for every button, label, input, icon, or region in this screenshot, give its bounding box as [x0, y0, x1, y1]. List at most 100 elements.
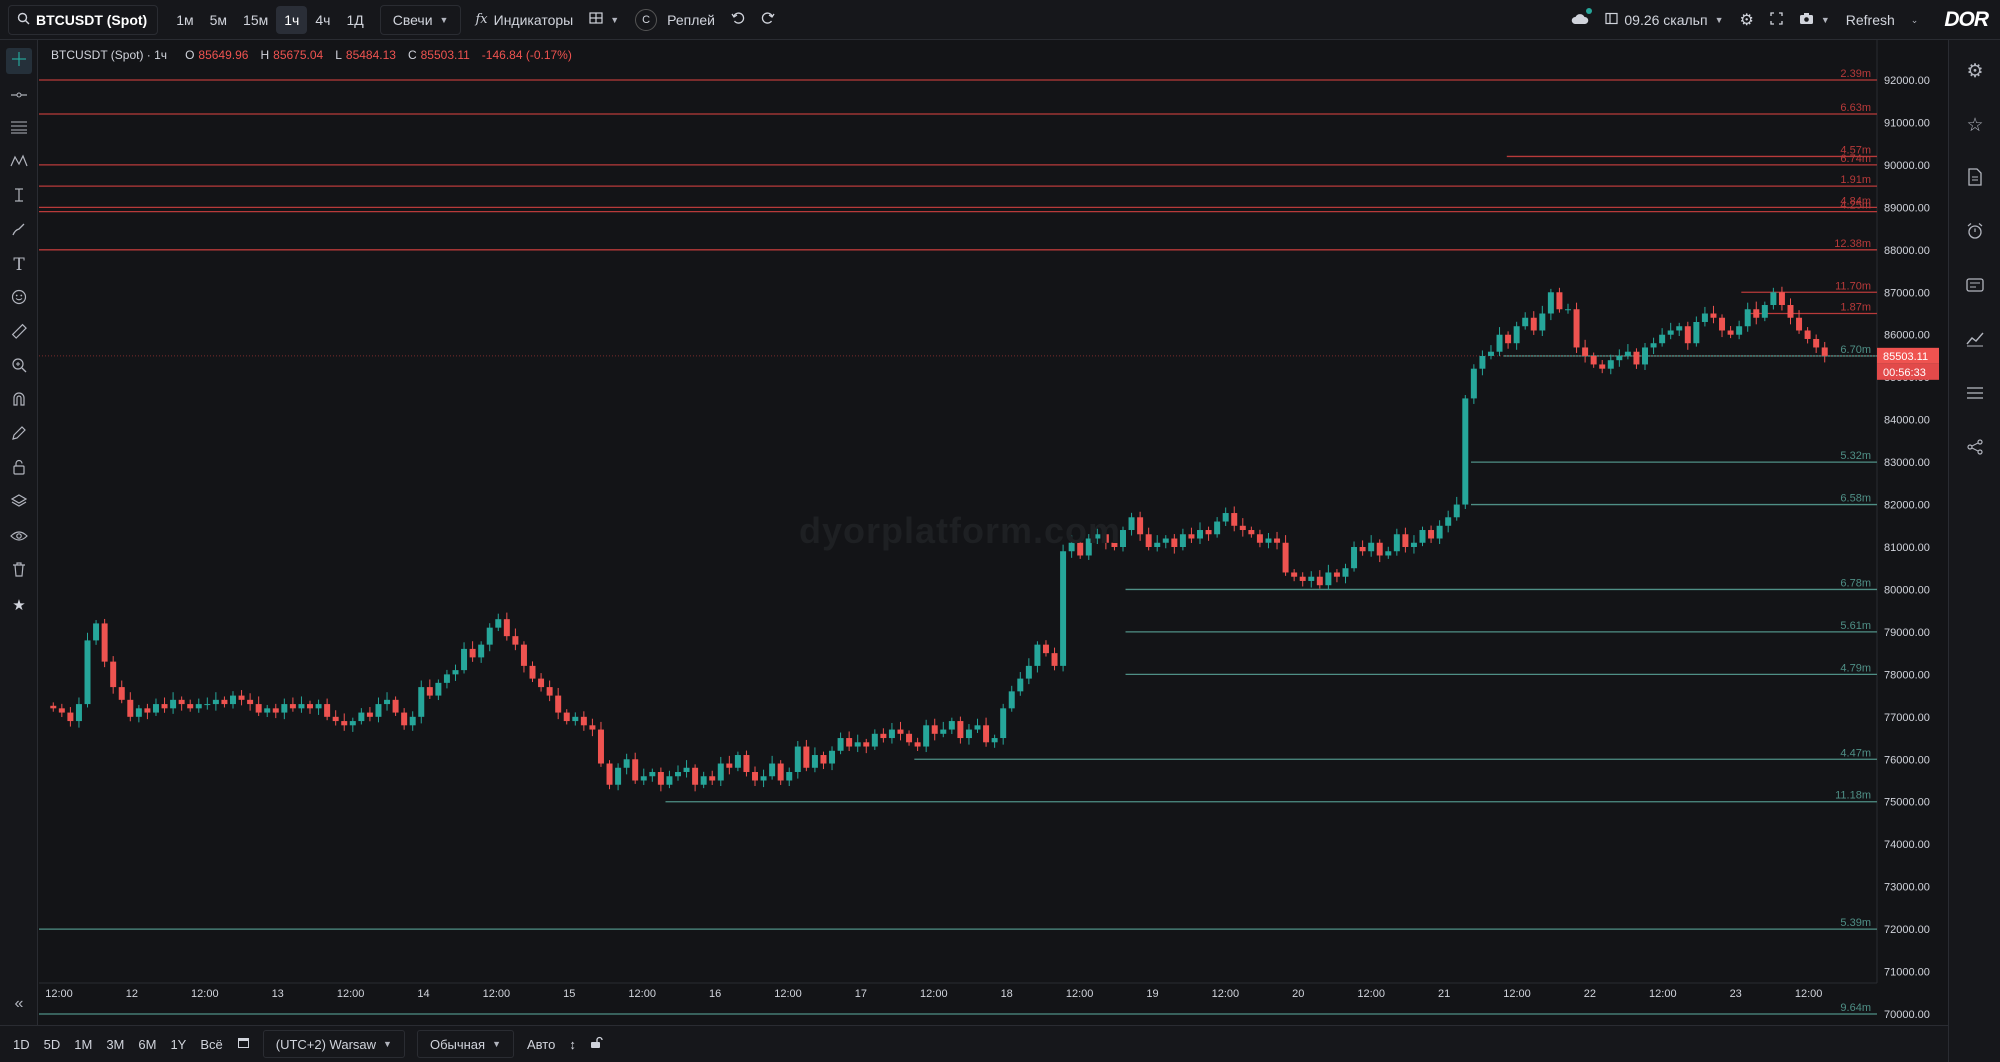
- horizontal-line-tool[interactable]: [6, 82, 32, 108]
- candle-body: [983, 725, 990, 743]
- candle-body: [152, 704, 159, 713]
- timezone-select[interactable]: (UTC+2) Warsaw ▼: [262, 1030, 405, 1058]
- visibility-tool[interactable]: [6, 524, 32, 550]
- share-button[interactable]: [1962, 436, 1988, 462]
- candle-body: [67, 712, 74, 722]
- range-1d[interactable]: 1D: [6, 1031, 37, 1057]
- replay-button[interactable]: C Реплей: [627, 6, 723, 34]
- price-axis-label: 72000.00: [1884, 924, 1930, 936]
- settings-button[interactable]: ⚙: [1731, 6, 1761, 34]
- ruler-tool[interactable]: [6, 320, 32, 346]
- watchlist-button[interactable]: ☆: [1962, 112, 1988, 138]
- refresh-button[interactable]: Refresh: [1838, 6, 1903, 34]
- fib-tool[interactable]: [6, 116, 32, 142]
- candle-body: [623, 759, 630, 768]
- candle-body: [803, 746, 810, 768]
- candle-body: [897, 729, 904, 734]
- level-volume-label: 5.39m: [1840, 917, 1871, 929]
- notes-button[interactable]: [1962, 166, 1988, 192]
- time-axis-label: 15: [563, 988, 575, 1000]
- text-tool[interactable]: T: [6, 252, 32, 278]
- go-to-date-button[interactable]: [230, 1031, 257, 1057]
- timeframe-1h[interactable]: 1ч: [276, 5, 308, 34]
- candle-body: [931, 725, 938, 734]
- candle-body: [555, 695, 562, 713]
- indicators-button[interactable]: fx Индикаторы: [467, 6, 581, 34]
- price-axis-label: 78000.00: [1884, 669, 1930, 681]
- auto-scale-button[interactable]: Авто: [520, 1031, 562, 1057]
- candle-body: [1556, 292, 1563, 310]
- candle-body: [632, 759, 639, 781]
- pattern-tool[interactable]: [6, 150, 32, 176]
- redo-button[interactable]: [753, 6, 783, 34]
- range-5d[interactable]: 5D: [37, 1031, 68, 1057]
- magnet-icon: [11, 391, 27, 411]
- chart-type-dropdown[interactable]: Свечи ▼: [379, 4, 462, 35]
- range-1y[interactable]: 1Y: [163, 1031, 193, 1057]
- layout-grid-button[interactable]: ▼: [581, 6, 627, 34]
- cloud-save-button[interactable]: [1563, 6, 1597, 34]
- layers-tool[interactable]: [6, 490, 32, 516]
- lock-drawings-tool[interactable]: [6, 456, 32, 482]
- timeframe-4h[interactable]: 4ч: [307, 6, 338, 34]
- candle-body: [717, 763, 724, 781]
- news-icon: [1966, 277, 1984, 298]
- candle-body: [1359, 547, 1366, 552]
- candle-body: [50, 705, 57, 709]
- timeframe-1d[interactable]: 1Д: [338, 6, 371, 34]
- level-volume-label: 6.74m: [1840, 153, 1871, 165]
- timeframe-1m[interactable]: 1м: [168, 6, 201, 34]
- brush-tool[interactable]: [6, 218, 32, 244]
- time-axis-label: 12:00: [483, 988, 511, 1000]
- range-6m[interactable]: 6M: [131, 1031, 163, 1057]
- trading-panel-button[interactable]: [1962, 328, 1988, 354]
- chart-pane[interactable]: 92000.00 91000.00 90000.00 89000.00 88000.00…: [39, 40, 1948, 1025]
- price-axis-label: 83000.00: [1884, 457, 1930, 469]
- price-axis-label: 84000.00: [1884, 415, 1930, 427]
- screenshot-button[interactable]: ▼: [1791, 6, 1838, 34]
- price-axis-label: 74000.00: [1884, 839, 1930, 851]
- news-button[interactable]: [1962, 274, 1988, 300]
- magnet-tool[interactable]: [6, 388, 32, 414]
- candle-body: [298, 704, 305, 709]
- range-1m[interactable]: 1M: [67, 1031, 99, 1057]
- scale-mode-select[interactable]: Обычная ▼: [416, 1030, 514, 1058]
- legend-symbol: BTCUSDT (Spot) · 1ч: [51, 48, 168, 62]
- candle-body: [1299, 576, 1306, 581]
- undo-button[interactable]: [723, 6, 753, 34]
- layout-select[interactable]: 09.26 скальп ▼: [1597, 6, 1731, 34]
- projection-tool[interactable]: [6, 184, 32, 210]
- crosshair-tool[interactable]: [6, 48, 32, 74]
- scale-arrows-button[interactable]: ↕: [562, 1031, 583, 1057]
- candle-body: [58, 708, 65, 713]
- refresh-dropdown[interactable]: ⌄: [1903, 6, 1927, 34]
- candle-body: [1231, 513, 1238, 526]
- scale-lock-button[interactable]: [583, 1031, 610, 1057]
- price-axis-label: 87000.00: [1884, 287, 1930, 299]
- text-icon: T: [13, 255, 25, 275]
- fullscreen-button[interactable]: [1762, 6, 1791, 34]
- range-all[interactable]: Всё: [193, 1031, 229, 1057]
- bottom-toolbar: 1D 5D 1M 3M 6M 1Y Всё (UTC+2) Warsaw ▼ О…: [0, 1025, 1948, 1062]
- topbar-right: 09.26 скальп ▼ ⚙ ▼ Refresh ⌄ DOR: [1563, 0, 2000, 40]
- replay-c-icon: C: [635, 8, 658, 31]
- alerts-button[interactable]: [1962, 220, 1988, 246]
- symbol-search-button[interactable]: BTCUSDT (Spot): [8, 4, 159, 35]
- delete-drawings-tool[interactable]: [6, 558, 32, 584]
- emoji-tool[interactable]: [6, 286, 32, 312]
- range-3m[interactable]: 3M: [99, 1031, 131, 1057]
- chart-settings-button[interactable]: ⚙: [1962, 58, 1988, 84]
- order-book-button[interactable]: [1962, 382, 1988, 408]
- timeframe-15m[interactable]: 15м: [235, 6, 276, 34]
- candle-body: [503, 619, 510, 637]
- favorites-tool[interactable]: ★: [6, 592, 32, 618]
- candle-body: [1239, 525, 1246, 531]
- candle-body: [221, 699, 228, 705]
- chevron-down-icon: ⌄: [1910, 14, 1919, 25]
- zoom-tool[interactable]: [6, 354, 32, 380]
- timeframe-5m[interactable]: 5м: [202, 6, 235, 34]
- collapse-toolbar-button[interactable]: «: [6, 991, 32, 1017]
- drawing-mode-tool[interactable]: [6, 422, 32, 448]
- search-icon: [17, 12, 30, 28]
- function-icon: fx: [475, 12, 488, 27]
